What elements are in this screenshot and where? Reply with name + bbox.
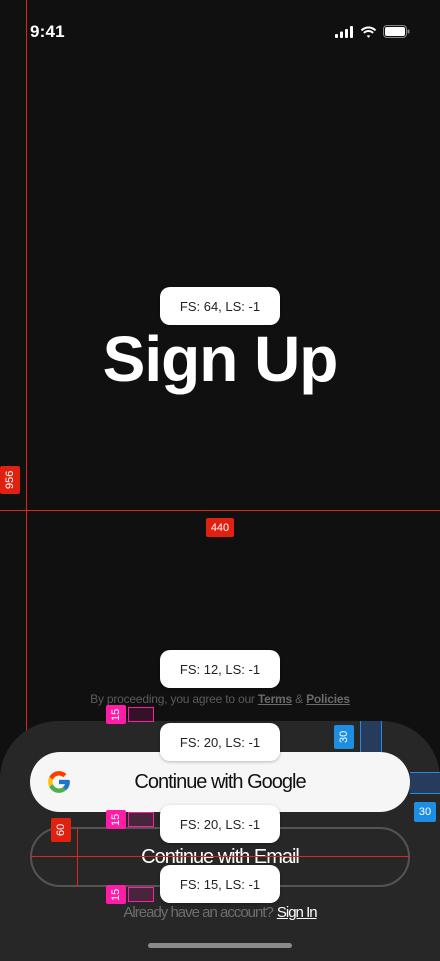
signin-row: Already have an account? Sign In xyxy=(0,904,440,921)
gap-marker-3 xyxy=(128,887,154,902)
top-padding-badge: 30 xyxy=(334,725,354,749)
google-button-label: Continue with Google xyxy=(134,770,306,793)
status-bar: 9:41 xyxy=(0,0,440,64)
top-padding-marker xyxy=(360,721,382,752)
side-padding-badge: 30 xyxy=(414,802,436,822)
annotation-email-spec: FS: 20, LS: -1 xyxy=(160,805,280,843)
status-time: 9:41 xyxy=(30,22,65,41)
annotation-google-spec: FS: 20, LS: -1 xyxy=(160,723,280,761)
terms-notice: By proceeding, you agree to our Terms & … xyxy=(0,692,440,706)
guide-horizontal-line xyxy=(0,510,440,511)
gap-badge-2: 15 xyxy=(106,810,126,829)
annotation-terms-spec: FS: 12, LS: -1 xyxy=(160,650,280,688)
continue-with-google-button[interactable]: Continue with Google xyxy=(30,752,410,812)
annotation-title-spec: FS: 64, LS: -1 xyxy=(160,287,280,325)
side-padding-marker xyxy=(410,772,440,794)
gap-marker-1 xyxy=(128,707,154,722)
annotation-signin-spec: FS: 15, LS: -1 xyxy=(160,865,280,903)
button-center-guide xyxy=(30,856,410,857)
terms-joiner: & xyxy=(292,692,307,706)
battery-icon xyxy=(383,25,410,38)
google-logo-icon xyxy=(48,771,70,793)
gap-badge-1: 15 xyxy=(106,705,126,724)
signin-prompt: Already have an account? xyxy=(123,904,273,921)
signin-link[interactable]: Sign In xyxy=(277,904,318,921)
page-title: Sign Up xyxy=(102,323,339,395)
status-icons xyxy=(335,25,410,38)
button-height-badge: 60 xyxy=(51,818,71,842)
gap-badge-3: 15 xyxy=(106,885,126,904)
home-indicator xyxy=(148,943,292,948)
button-height-guide xyxy=(77,827,78,887)
signal-icon xyxy=(335,25,353,38)
terms-link[interactable]: Terms xyxy=(258,692,292,706)
policies-link[interactable]: Policies xyxy=(306,692,350,706)
height-badge: 956 xyxy=(0,466,20,494)
wifi-icon xyxy=(360,26,377,38)
gap-marker-2 xyxy=(128,812,154,827)
width-badge: 440 xyxy=(206,518,234,537)
terms-prefix: By proceeding, you agree to our xyxy=(90,692,258,706)
